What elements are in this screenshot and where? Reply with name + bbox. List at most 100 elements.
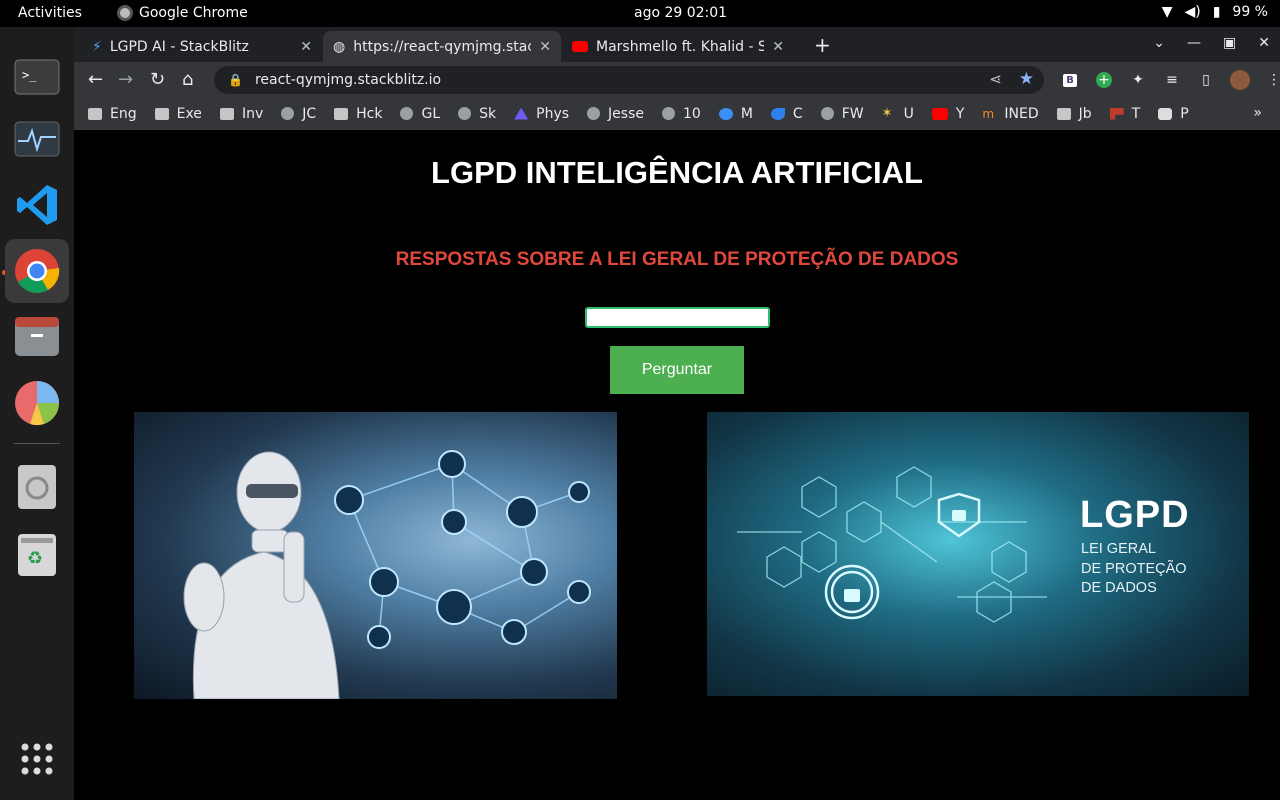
dock-disk[interactable] [5, 455, 69, 519]
home-icon[interactable]: ⌂ [182, 69, 193, 90]
physics-icon [514, 107, 529, 120]
dock-system-monitor[interactable] [5, 107, 69, 171]
robot-network-illustration [183, 450, 591, 699]
files-icon [15, 317, 59, 356]
bookmark-item[interactable]: ✶ U [882, 106, 914, 122]
ined-icon: m [982, 106, 995, 121]
globe-icon: ◍ [333, 38, 346, 55]
globe-icon [458, 107, 472, 120]
m-site-icon [718, 107, 733, 120]
close-tab-icon[interactable]: ✕ [300, 39, 312, 55]
tab-youtube[interactable]: Marshmello ft. Khalid - Sil ✕ [562, 31, 794, 62]
app-name: Google Chrome [139, 5, 248, 21]
chrome-menu-icon[interactable]: ⋮ [1263, 69, 1280, 91]
disk-icon [18, 465, 56, 509]
folder-icon [334, 107, 349, 120]
more-bookmarks-icon[interactable]: » [1253, 105, 1262, 121]
bookmark-item[interactable]: Y [931, 106, 964, 122]
youtube-icon [931, 107, 948, 120]
system-tray[interactable]: ▼ ◀) ▮ 99 % [1162, 4, 1268, 20]
ai-robot-image [134, 412, 617, 699]
bookmark-item[interactable]: P [1158, 106, 1189, 122]
globe-icon [400, 107, 414, 120]
trash-icon: ♻ [18, 534, 56, 576]
ask-button[interactable]: Perguntar [610, 346, 744, 394]
p-site-icon [1158, 107, 1173, 120]
bookmark-item[interactable]: Jesse [587, 106, 644, 122]
t-site-icon [1109, 107, 1124, 120]
bookmark-item[interactable]: C [770, 106, 803, 122]
bookmark-item[interactable]: Sk [458, 106, 496, 122]
bookmark-item[interactable]: Exe [154, 106, 202, 122]
dock-trash[interactable]: ♻ [5, 521, 69, 585]
address-bar[interactable]: 🔒 react-qymjmg.stackblitz.io ⋖ ★ [214, 66, 1044, 94]
show-apps-button[interactable] [5, 727, 69, 791]
tab-search-icon[interactable]: ⌄ [1153, 35, 1165, 51]
bookmark-item[interactable]: JC [281, 106, 316, 122]
dock-terminal[interactable]: >_ [5, 45, 69, 109]
profile-avatar[interactable] [1229, 69, 1251, 91]
folder-icon [154, 107, 169, 120]
tab-stackblitz[interactable]: ⚡ LGPD AI - StackBlitz ✕ [82, 31, 322, 62]
system-monitor-icon [14, 121, 60, 157]
browser-toolbar: ← → ↻ ⌂ 🔒 react-qymjmg.stackblitz.io ⋖ ★… [74, 62, 1280, 98]
folder-icon [219, 107, 234, 120]
tab-title: LGPD AI - StackBlitz [109, 38, 249, 55]
bootstrap-extension-icon[interactable]: B [1059, 69, 1081, 91]
svg-text:>_: >_ [22, 68, 37, 82]
bookmark-item[interactable]: Eng [88, 106, 137, 122]
dock-pie-app[interactable] [5, 371, 69, 435]
svg-text:♻: ♻ [27, 548, 43, 569]
reload-icon[interactable]: ↻ [150, 69, 165, 90]
battery-icon: ▮ [1212, 4, 1221, 20]
question-input[interactable] [585, 307, 770, 328]
lgpd-banner-image: LGPD LEI GERAL DE PROTEÇÃO DE DADOS [707, 412, 1249, 696]
tab-react-app[interactable]: ◍ https://react-qymjmg.stac ✕ [323, 31, 561, 62]
app-menu[interactable]: Google Chrome [117, 5, 248, 21]
system-top-bar: Activities Google Chrome ago 29 02:01 ▼ … [0, 0, 1280, 27]
forward-icon[interactable]: → [118, 69, 133, 90]
terminal-icon: >_ [14, 59, 60, 95]
minimize-icon[interactable]: — [1187, 35, 1201, 51]
window-controls: ⌄ — ▣ ✕ [1153, 35, 1270, 51]
bookmark-item[interactable]: 10 [662, 106, 701, 122]
dock-chrome[interactable] [5, 239, 69, 303]
extensions-area: B + ✦ ≡ ▯ ⋮ [1059, 69, 1280, 91]
share-icon[interactable]: ⋖ [989, 70, 1002, 88]
side-panel-icon[interactable]: ▯ [1195, 69, 1217, 91]
bookmark-item[interactable]: GL [400, 106, 440, 122]
clock[interactable]: ago 29 02:01 [634, 5, 727, 21]
dock: >_ ♻ [0, 27, 74, 800]
c-site-icon [770, 107, 785, 120]
back-icon[interactable]: ← [88, 69, 103, 90]
lock-icon[interactable]: 🔒 [228, 73, 243, 87]
close-tab-icon[interactable]: ✕ [772, 39, 784, 55]
tab-strip: ⚡ LGPD AI - StackBlitz ✕ ◍ https://react… [74, 27, 1280, 62]
globe-icon [820, 107, 834, 120]
extensions-puzzle-icon[interactable]: ✦ [1127, 69, 1149, 91]
bookmark-item[interactable]: m INED [982, 106, 1038, 122]
new-tab-button[interactable]: + [814, 33, 831, 57]
close-tab-icon[interactable]: ✕ [539, 39, 551, 55]
restore-icon[interactable]: ▣ [1223, 35, 1236, 51]
bookmark-item[interactable]: Inv [219, 106, 263, 122]
close-window-icon[interactable]: ✕ [1258, 35, 1270, 51]
star-site-icon: ✶ [881, 105, 893, 121]
bookmark-item[interactable]: M [718, 106, 753, 122]
bookmark-item[interactable]: Hck [334, 106, 382, 122]
media-control-icon[interactable]: ≡ [1161, 69, 1183, 91]
bookmark-star-icon[interactable]: ★ [1019, 69, 1034, 89]
bookmark-item[interactable]: Phys [514, 106, 569, 122]
lgpd-subheading: LEI GERAL DE PROTEÇÃO DE DADOS [1081, 541, 1187, 596]
tab-title: Marshmello ft. Khalid - Sil [596, 38, 765, 55]
dock-files[interactable] [5, 305, 69, 369]
globe-icon [587, 107, 601, 120]
bookmark-item[interactable]: FW [820, 106, 864, 122]
bookmark-item[interactable]: Jb [1056, 106, 1092, 122]
folder-icon [88, 107, 102, 120]
plus-extension-icon[interactable]: + [1093, 69, 1115, 91]
bookmarks-bar: Eng Exe Inv JC Hck GL Sk Phys Jesse 10 M… [74, 98, 1280, 130]
bookmark-item[interactable]: T [1109, 106, 1140, 122]
dock-vscode[interactable] [5, 173, 69, 237]
activities-button[interactable]: Activities [18, 5, 82, 21]
